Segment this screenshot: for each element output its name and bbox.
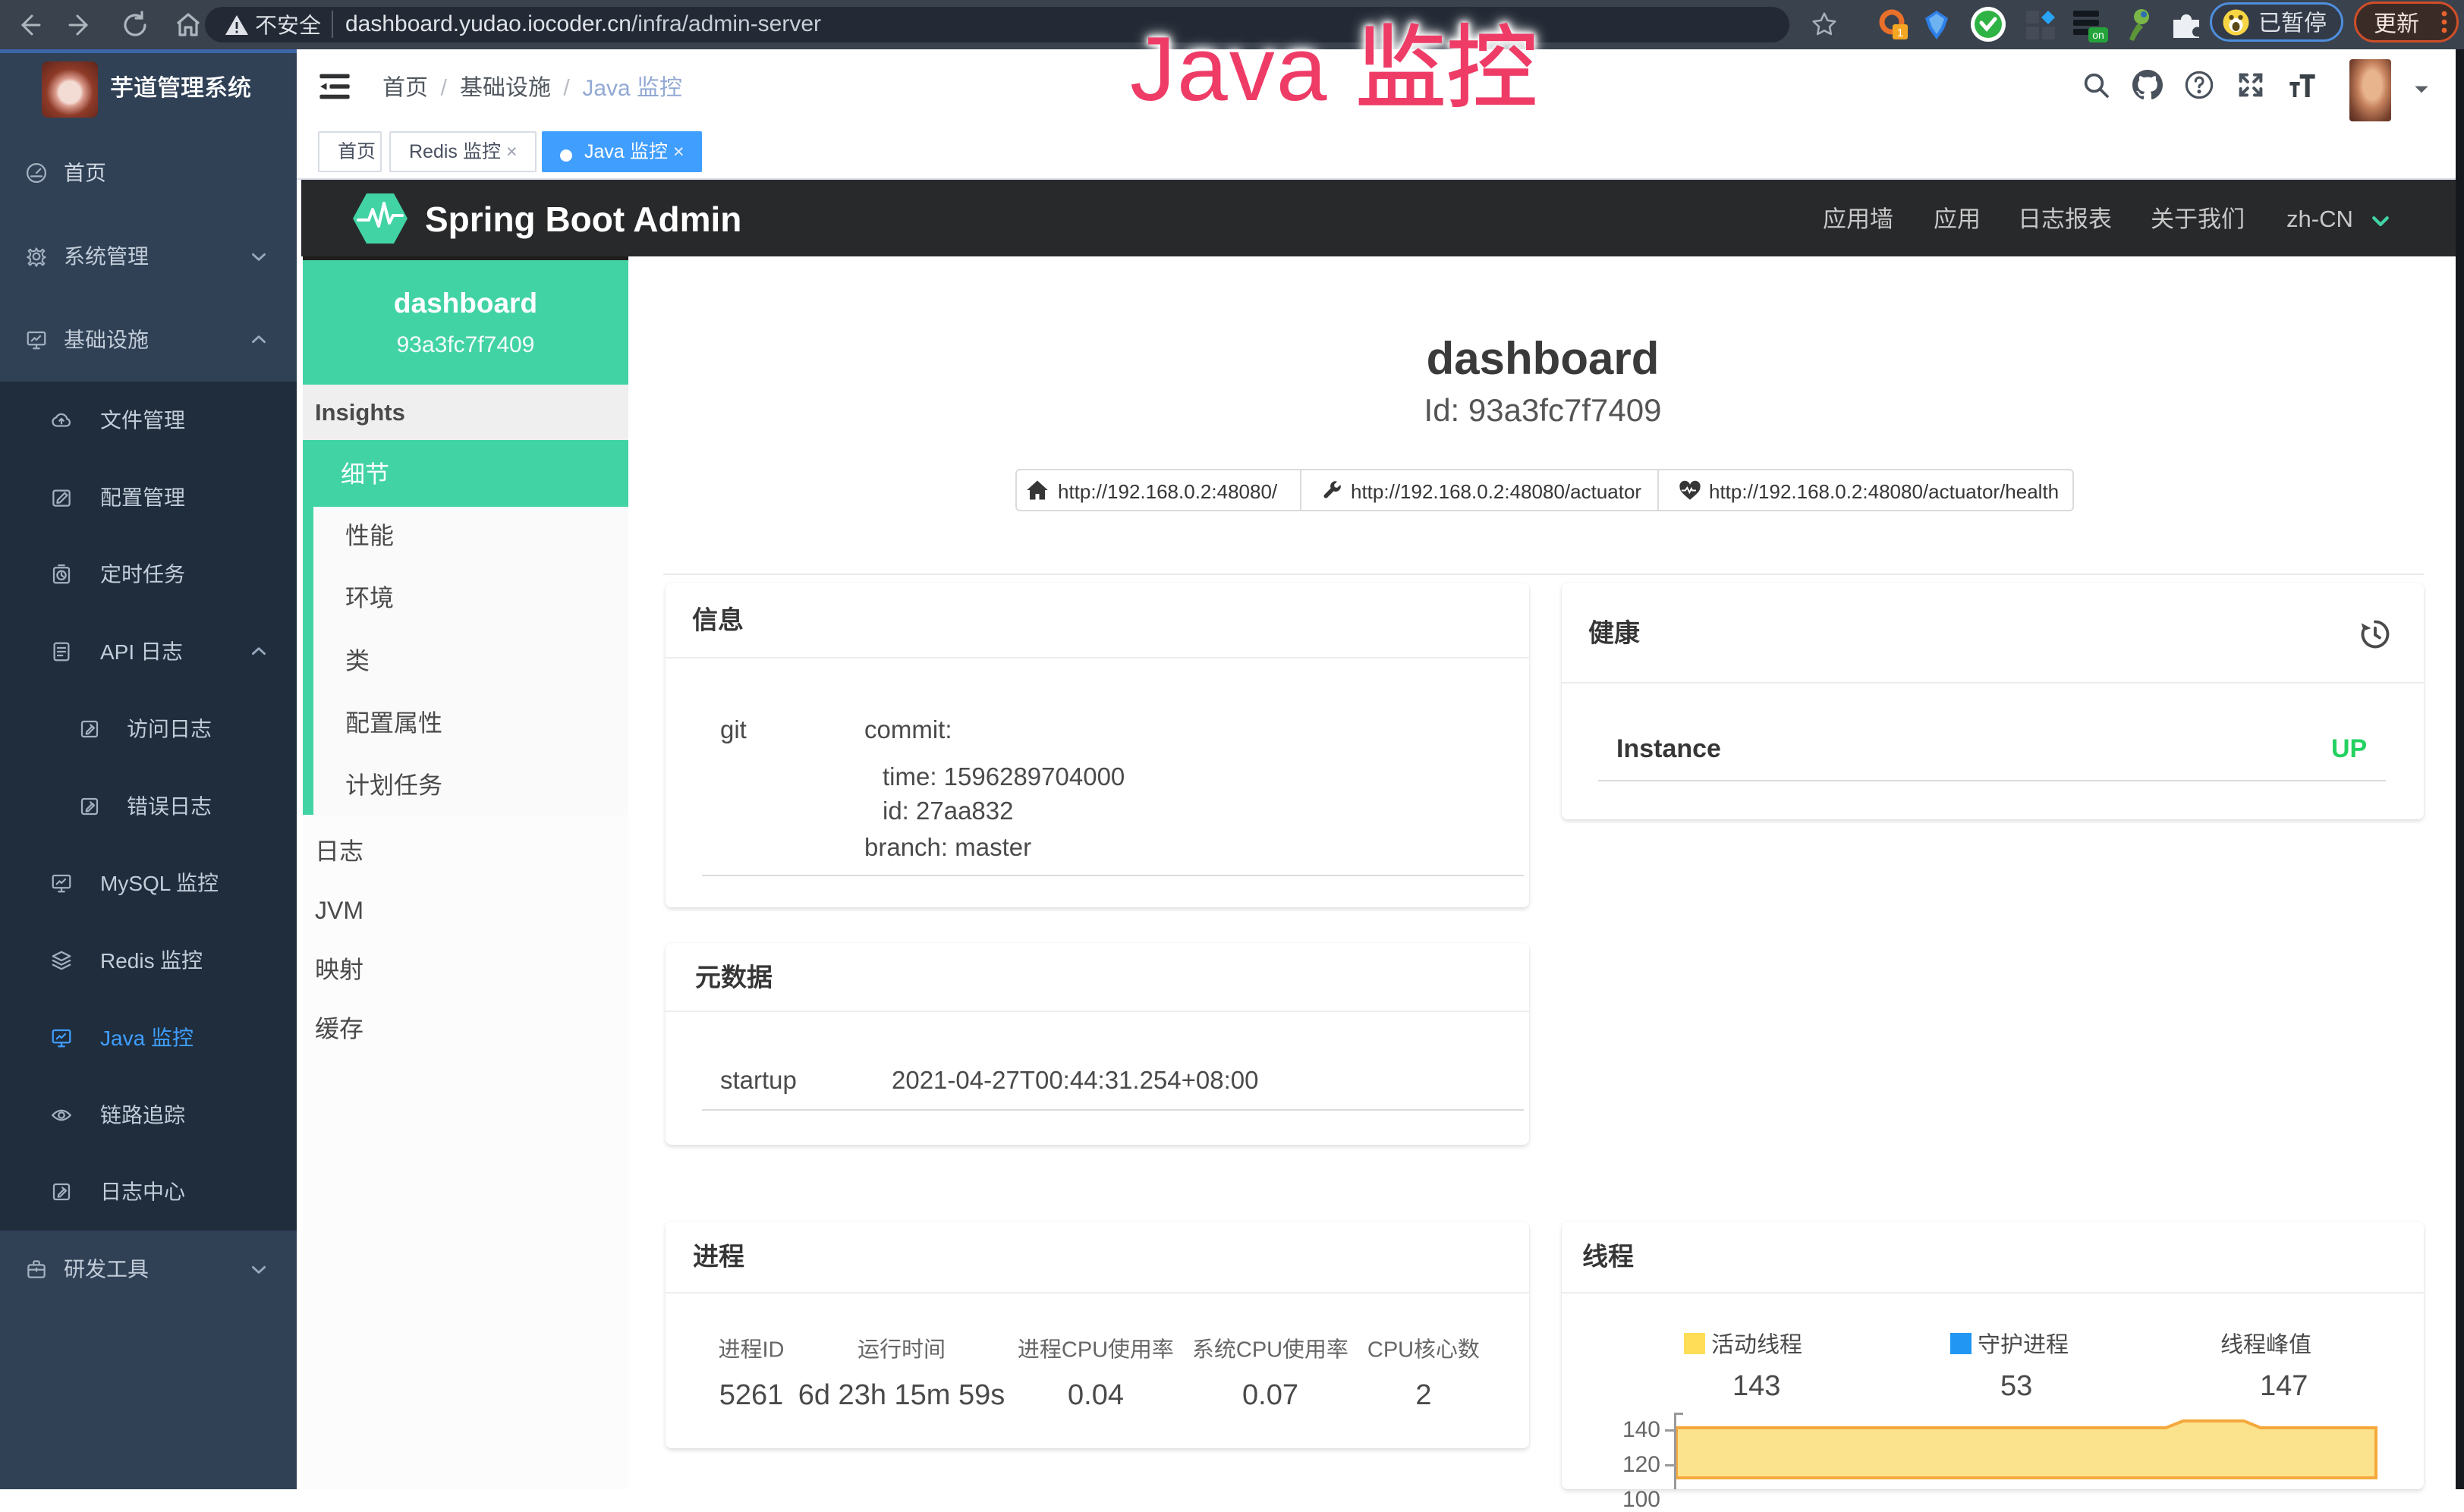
svg-text:1: 1	[1897, 27, 1903, 39]
svg-text:on: on	[2092, 29, 2104, 41]
